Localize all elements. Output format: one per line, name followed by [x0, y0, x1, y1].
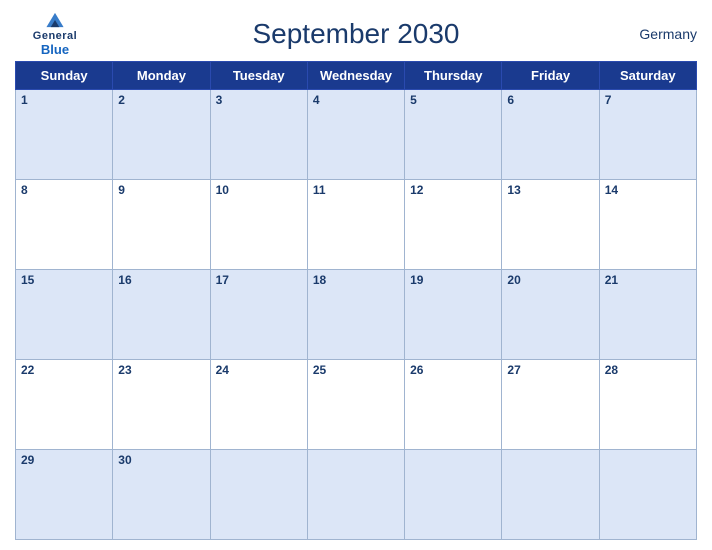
country-label: Germany [617, 26, 697, 42]
calendar-cell: 3 [210, 90, 307, 180]
weekday-header-sunday: Sunday [16, 62, 113, 90]
calendar-cell [210, 450, 307, 540]
weekday-header-tuesday: Tuesday [210, 62, 307, 90]
day-number: 1 [21, 93, 28, 107]
weekday-header-row: SundayMondayTuesdayWednesdayThursdayFrid… [16, 62, 697, 90]
day-number: 2 [118, 93, 125, 107]
day-number: 16 [118, 273, 131, 287]
day-number: 6 [507, 93, 514, 107]
day-number: 15 [21, 273, 34, 287]
calendar-cell: 8 [16, 180, 113, 270]
calendar-cell: 1 [16, 90, 113, 180]
calendar-cell: 15 [16, 270, 113, 360]
calendar-cell: 19 [405, 270, 502, 360]
weekday-header-monday: Monday [113, 62, 210, 90]
day-number: 20 [507, 273, 520, 287]
day-number: 30 [118, 453, 131, 467]
weekday-header-saturday: Saturday [599, 62, 696, 90]
calendar-cell: 4 [307, 90, 404, 180]
calendar-cell: 26 [405, 360, 502, 450]
calendar-cell: 14 [599, 180, 696, 270]
day-number: 5 [410, 93, 417, 107]
calendar-table: SundayMondayTuesdayWednesdayThursdayFrid… [15, 61, 697, 540]
day-number: 26 [410, 363, 423, 377]
calendar-cell: 7 [599, 90, 696, 180]
day-number: 27 [507, 363, 520, 377]
calendar-cell: 20 [502, 270, 599, 360]
calendar-cell: 27 [502, 360, 599, 450]
day-number: 13 [507, 183, 520, 197]
calendar-week-row: 8 9 10 11 12 13 14 [16, 180, 697, 270]
logo-general-text: General [33, 30, 77, 42]
day-number: 7 [605, 93, 612, 107]
day-number: 19 [410, 273, 423, 287]
day-number: 4 [313, 93, 320, 107]
calendar-cell: 29 [16, 450, 113, 540]
calendar-week-row: 29 30 [16, 450, 697, 540]
day-number: 11 [313, 183, 326, 197]
day-number: 12 [410, 183, 423, 197]
day-number: 8 [21, 183, 28, 197]
logo: General Blue [15, 10, 95, 57]
calendar-cell [599, 450, 696, 540]
calendar-cell: 28 [599, 360, 696, 450]
logo-blue-text: Blue [41, 42, 69, 57]
calendar-cell: 2 [113, 90, 210, 180]
day-number: 25 [313, 363, 326, 377]
day-number: 21 [605, 273, 618, 287]
day-number: 14 [605, 183, 618, 197]
generalblue-logo-icon [40, 10, 70, 30]
calendar-cell: 22 [16, 360, 113, 450]
calendar-cell: 25 [307, 360, 404, 450]
day-number: 24 [216, 363, 229, 377]
day-number: 9 [118, 183, 125, 197]
calendar-cell [405, 450, 502, 540]
calendar-cell: 16 [113, 270, 210, 360]
calendar-title: September 2030 [95, 18, 617, 50]
day-number: 23 [118, 363, 131, 377]
calendar-cell: 10 [210, 180, 307, 270]
weekday-header-thursday: Thursday [405, 62, 502, 90]
calendar-cell: 17 [210, 270, 307, 360]
calendar-cell [502, 450, 599, 540]
calendar-cell: 5 [405, 90, 502, 180]
calendar-cell: 21 [599, 270, 696, 360]
header: General Blue September 2030 Germany [15, 10, 697, 57]
calendar-week-row: 1 2 3 4 5 6 7 [16, 90, 697, 180]
calendar-cell: 18 [307, 270, 404, 360]
calendar-cell: 13 [502, 180, 599, 270]
calendar-cell [307, 450, 404, 540]
calendar-cell: 11 [307, 180, 404, 270]
day-number: 17 [216, 273, 229, 287]
weekday-header-wednesday: Wednesday [307, 62, 404, 90]
day-number: 29 [21, 453, 34, 467]
weekday-header-friday: Friday [502, 62, 599, 90]
day-number: 18 [313, 273, 326, 287]
day-number: 22 [21, 363, 34, 377]
day-number: 10 [216, 183, 229, 197]
calendar-cell: 12 [405, 180, 502, 270]
day-number: 3 [216, 93, 223, 107]
calendar-week-row: 22 23 24 25 26 27 28 [16, 360, 697, 450]
day-number: 28 [605, 363, 618, 377]
calendar-cell: 30 [113, 450, 210, 540]
calendar-week-row: 15 16 17 18 19 20 21 [16, 270, 697, 360]
calendar-cell: 9 [113, 180, 210, 270]
calendar-cell: 6 [502, 90, 599, 180]
calendar-cell: 24 [210, 360, 307, 450]
calendar-cell: 23 [113, 360, 210, 450]
